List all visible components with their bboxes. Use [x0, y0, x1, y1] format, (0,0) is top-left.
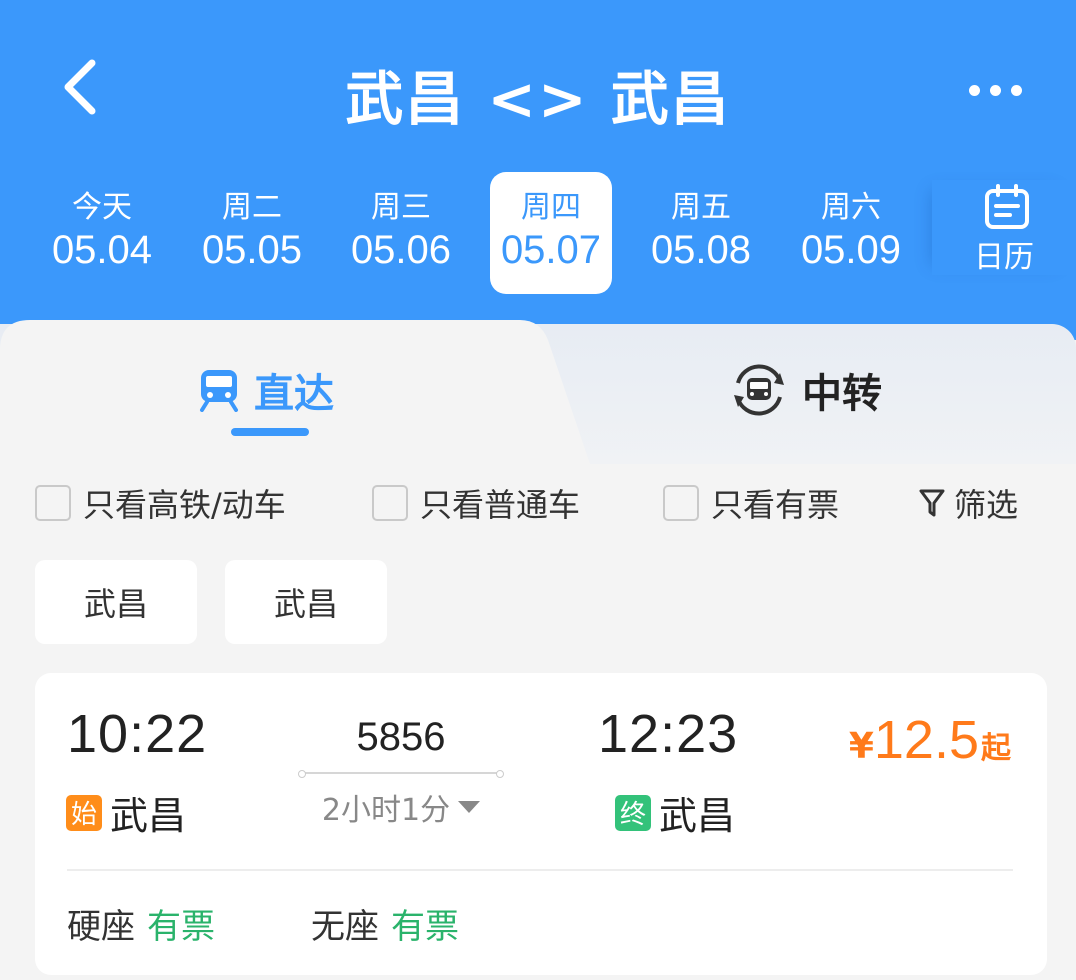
- checkbox-available[interactable]: [663, 485, 699, 521]
- date-weekday: 周三: [371, 190, 431, 225]
- page-title: 武昌 <> 武昌: [345, 65, 731, 133]
- tab-direct[interactable]: 直达: [198, 360, 334, 420]
- checkbox-high-speed[interactable]: [35, 485, 71, 521]
- date-item-0504[interactable]: 今天 05.04: [41, 172, 163, 294]
- date-item-0506[interactable]: 周三 05.06: [340, 172, 462, 294]
- date-weekday: 周二: [222, 190, 282, 225]
- active-tab-indicator: [231, 428, 309, 436]
- station-chip-arrival[interactable]: 武昌: [225, 560, 387, 644]
- route-line: [298, 770, 504, 778]
- calendar-label: 日历: [974, 240, 1034, 275]
- date-weekday: 周四: [521, 190, 581, 225]
- tab-direct-label: 直达: [254, 371, 334, 417]
- date-value: 05.07: [500, 228, 602, 272]
- filter-high-speed-label: 只看高铁/动车: [83, 486, 286, 524]
- route-tabs: 直达 中转: [0, 320, 1076, 464]
- departure-time: 10:22: [67, 704, 208, 764]
- more-button[interactable]: [955, 70, 1035, 110]
- seat-status: 有票: [391, 907, 459, 947]
- tab-transfer-label: 中转: [802, 371, 882, 417]
- date-item-0509[interactable]: 周六 05.09: [790, 172, 912, 294]
- end-badge: 终: [615, 794, 651, 831]
- arrival-station: 终 武昌: [615, 785, 735, 840]
- train-card[interactable]: 10:22 始 武昌 5856 2小时1分 12:23 终 武昌 ¥ 12.5 …: [35, 673, 1047, 975]
- seat-standing: 无座 有票: [311, 899, 459, 948]
- caret-down-icon: [458, 801, 481, 813]
- date-value: 05.09: [800, 228, 902, 272]
- arrival-station-name: 武昌: [659, 794, 736, 838]
- date-item-0507-selected[interactable]: 周四 05.07: [490, 172, 612, 294]
- filter-bar: 只看高铁/动车 只看普通车 只看有票 筛选: [0, 470, 1076, 530]
- price-amount: 12.5: [873, 710, 979, 770]
- seat-type: 无座: [311, 907, 379, 947]
- more-dot-icon: [1010, 84, 1022, 96]
- arrival-time: 12:23: [598, 704, 739, 764]
- filter-button[interactable]: 筛选: [918, 480, 1018, 526]
- departure-station: 始 武昌: [66, 785, 186, 840]
- filter-high-speed[interactable]: 只看高铁/动车: [35, 480, 286, 526]
- transfer-train-icon: [734, 364, 784, 416]
- calendar-icon: [985, 184, 1029, 229]
- date-weekday: 周六: [821, 190, 881, 225]
- more-dot-icon: [968, 84, 980, 96]
- date-value: 05.08: [650, 228, 752, 272]
- date-weekday: 周五: [671, 190, 731, 225]
- seat-hard-seat: 硬座 有票: [67, 899, 215, 948]
- filter-available[interactable]: 只看有票: [663, 480, 839, 526]
- price-suffix: 起: [981, 731, 1011, 766]
- tab-transfer[interactable]: 中转: [730, 360, 882, 420]
- date-weekday: 今天: [72, 190, 132, 225]
- train-icon: [200, 370, 238, 412]
- train-number: 5856: [356, 715, 446, 759]
- duration-toggle[interactable]: 2小时1分: [301, 785, 501, 829]
- date-selector: 今天 05.04 周二 05.05 周三 05.06 周四 05.07 周五 0…: [27, 172, 927, 294]
- price: ¥ 12.5 起: [849, 709, 1011, 771]
- date-item-0505[interactable]: 周二 05.05: [191, 172, 313, 294]
- date-value: 05.06: [350, 228, 452, 272]
- duration-text: 2小时1分: [321, 793, 451, 828]
- calendar-button[interactable]: 日历: [932, 180, 1076, 275]
- filter-ordinary-label: 只看普通车: [420, 486, 581, 524]
- more-dot-icon: [989, 84, 1001, 96]
- checkbox-ordinary[interactable]: [372, 485, 408, 521]
- date-item-0508[interactable]: 周五 05.08: [640, 172, 762, 294]
- seat-type: 硬座: [67, 907, 135, 947]
- filter-ordinary[interactable]: 只看普通车: [372, 480, 580, 526]
- filter-button-label: 筛选: [954, 486, 1019, 524]
- filter-available-label: 只看有票: [711, 486, 840, 524]
- seat-status: 有票: [147, 907, 215, 947]
- price-currency: ¥: [848, 726, 874, 767]
- station-chip-departure[interactable]: 武昌: [35, 560, 197, 644]
- departure-station-name: 武昌: [110, 794, 187, 838]
- date-value: 05.04: [51, 228, 153, 272]
- funnel-icon: [919, 489, 945, 517]
- start-badge: 始: [66, 794, 102, 831]
- date-value: 05.05: [201, 228, 303, 272]
- header: 武昌 <> 武昌 今天 05.04 周二 05.05 周三 05.06 周四 0…: [0, 0, 1076, 340]
- card-divider: [67, 869, 1013, 871]
